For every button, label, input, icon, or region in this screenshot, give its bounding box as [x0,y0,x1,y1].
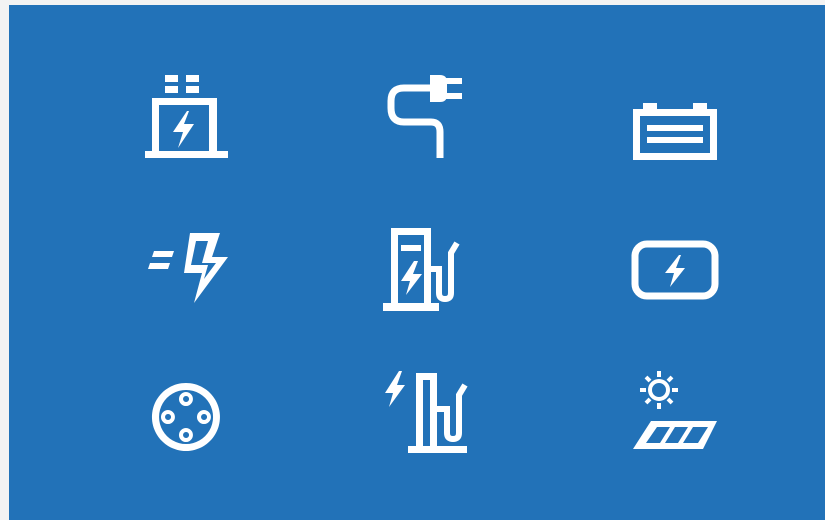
battery-charger-icon [137,70,237,170]
car-battery-icon [625,85,725,185]
ev-charging-socket-icon [136,367,236,467]
charging-post-icon [379,365,479,465]
power-plug-icon [376,70,476,170]
phone-battery-charge-icon [625,223,725,323]
ev-charging-station-icon [377,223,477,323]
icon-panel [9,5,825,520]
solar-panel-sun-icon [625,365,725,465]
fast-charge-bolt-icon [146,227,246,327]
